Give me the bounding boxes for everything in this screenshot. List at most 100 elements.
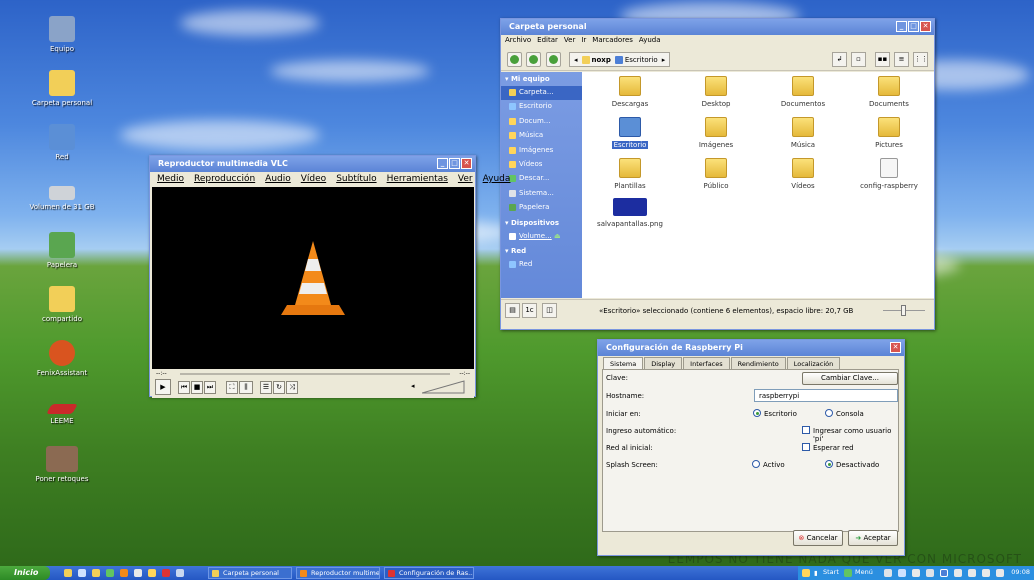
view-compact-button[interactable]: ≡ xyxy=(894,52,909,67)
desktop-icon-leeme[interactable]: LEEME xyxy=(14,394,110,425)
maximize-button[interactable]: □ xyxy=(449,158,460,169)
sidebar-item-red[interactable]: Red xyxy=(501,258,582,272)
change-password-button[interactable]: Cambiar Clave... xyxy=(802,372,898,385)
tray-menu-label[interactable]: Menú xyxy=(855,568,873,576)
quicklaunch-terminal-icon[interactable] xyxy=(78,569,86,577)
cancel-button[interactable]: ⊗ Cancelar xyxy=(793,530,843,546)
menu-subtitulo[interactable]: Subtítulo xyxy=(336,174,376,185)
menu-editar[interactable]: Editar xyxy=(537,36,558,46)
file-item-documents[interactable]: Documents xyxy=(844,76,934,108)
sidebar-item-documentos[interactable]: Docum... xyxy=(501,115,582,129)
panel-button[interactable]: ◫ xyxy=(542,303,557,318)
vlc-titlebar[interactable]: Reproductor multimedia VLC _ □ ✕ xyxy=(150,156,475,172)
path-right-arrow-icon[interactable]: ▸ xyxy=(662,56,666,64)
next-button[interactable]: ⏭ xyxy=(204,381,216,394)
quicklaunch-bulb-icon[interactable] xyxy=(148,569,156,577)
desktop-icon-red[interactable]: Red xyxy=(14,124,110,161)
maximize-button[interactable]: □ xyxy=(908,21,919,32)
desktop-icon-carpeta-personal[interactable]: Carpeta personal xyxy=(14,70,110,107)
sidebar-item-carpeta[interactable]: Carpeta... xyxy=(501,86,582,101)
file-item-videos[interactable]: Vídeos xyxy=(758,158,848,190)
seek-bar[interactable] xyxy=(180,373,450,375)
boot-console-radio[interactable] xyxy=(825,409,833,417)
quicklaunch-app-icon[interactable] xyxy=(134,569,142,577)
tray-info-icon[interactable] xyxy=(802,569,810,577)
menu-ayuda[interactable]: Ayuda xyxy=(483,174,511,185)
stop-button[interactable]: ■ xyxy=(191,381,203,394)
tab-display[interactable]: Display xyxy=(644,357,683,369)
sidebar-item-videos[interactable]: Vídeos xyxy=(501,158,582,172)
file-item-config-raspberry[interactable]: config-raspberry xyxy=(844,158,934,190)
back-button[interactable] xyxy=(507,52,522,67)
view-list-button[interactable]: ⋮⋮ xyxy=(913,52,928,67)
quicklaunch-vlc-icon[interactable] xyxy=(120,569,128,577)
new-folder-button[interactable]: ↲ xyxy=(832,52,847,67)
tray-keyboard-icon[interactable] xyxy=(996,569,1004,577)
extended-settings-button[interactable]: ⫼ xyxy=(239,381,253,394)
sidebar-item-descargas[interactable]: Descar... xyxy=(501,172,582,186)
speaker-icon[interactable]: ◂ xyxy=(411,382,415,390)
menu-ir[interactable]: Ir xyxy=(581,36,586,46)
sidebar-section-mi-equipo[interactable]: ▾ Mi equipo xyxy=(501,72,582,86)
file-item-descargas[interactable]: Descargas xyxy=(585,76,675,108)
sidebar-item-volume[interactable]: Volume... ⏏ xyxy=(501,230,582,244)
menu-archivo[interactable]: Archivo xyxy=(505,36,531,46)
menu-audio[interactable]: Audio xyxy=(265,174,291,185)
up-button[interactable] xyxy=(546,52,561,67)
eject-icon[interactable]: ⏏ xyxy=(554,232,561,240)
sidebar-item-musica[interactable]: Música xyxy=(501,129,582,143)
sidebar-item-imagenes[interactable]: Imágenes xyxy=(501,144,582,158)
tray-eject-icon[interactable] xyxy=(968,569,976,577)
file-item-plantillas[interactable]: Plantillas xyxy=(585,158,675,190)
menu-ver[interactable]: Ver xyxy=(458,174,473,185)
minimize-button[interactable]: _ xyxy=(896,21,907,32)
desktop-icon-poner-retoques[interactable]: Poner retoques xyxy=(14,446,110,483)
sidebar-section-red[interactable]: ▾ Red xyxy=(501,244,582,258)
raspi-config-titlebar[interactable]: Configuración de Raspberry Pi ✕ xyxy=(598,340,904,356)
file-item-salvapantallas[interactable]: salvapantallas.png xyxy=(585,198,675,228)
forward-button[interactable] xyxy=(526,52,541,67)
quicklaunch-raspberry-icon[interactable] xyxy=(162,569,170,577)
file-manager-titlebar[interactable]: Carpeta personal _ □ ✕ xyxy=(501,19,934,35)
tray-menu-icon[interactable] xyxy=(844,569,852,577)
tray-more-icon[interactable] xyxy=(926,569,934,577)
task-carpeta-personal[interactable]: Carpeta personal xyxy=(208,567,292,579)
desktop-icon-fenixassistant[interactable]: FenixAssistant xyxy=(14,340,110,377)
accept-button[interactable]: ➜ Aceptar xyxy=(848,530,898,546)
splash-on-radio[interactable] xyxy=(752,460,760,468)
tab-rendimiento[interactable]: Rendimiento xyxy=(730,357,786,369)
desktop-icon-compartido[interactable]: compartido xyxy=(14,286,110,323)
desktop-icon-equipo[interactable]: Equipo xyxy=(14,16,110,53)
quicklaunch-files-icon[interactable] xyxy=(92,569,100,577)
close-button[interactable]: ✕ xyxy=(461,158,472,169)
tray-bluetooth-icon[interactable] xyxy=(940,569,948,577)
menu-video[interactable]: Vídeo xyxy=(301,174,326,185)
menu-reproduccion[interactable]: Reproducción xyxy=(194,174,255,185)
sidebar-item-escritorio[interactable]: Escritorio xyxy=(501,100,582,114)
crumb-escritorio[interactable]: Escritorio xyxy=(614,55,658,64)
file-item-imagenes[interactable]: Imágenes xyxy=(671,117,761,149)
quicklaunch-plane-icon[interactable] xyxy=(176,569,184,577)
fullscreen-button[interactable]: ⛶ xyxy=(226,381,238,394)
menu-ver[interactable]: Ver xyxy=(564,36,575,46)
tray-start-icon[interactable]: ▮ xyxy=(814,569,818,577)
file-item-musica[interactable]: Música xyxy=(758,117,848,149)
tray-start-label[interactable]: Start xyxy=(823,568,839,576)
sidebar-item-papelera[interactable]: Papelera xyxy=(501,201,582,215)
close-button[interactable]: ✕ xyxy=(890,342,901,353)
start-button[interactable]: Inicio xyxy=(0,566,50,580)
volume-slider[interactable] xyxy=(422,380,466,394)
menu-ayuda[interactable]: Ayuda xyxy=(639,36,661,46)
quicklaunch-folder-icon[interactable] xyxy=(64,569,72,577)
file-item-publico[interactable]: Público xyxy=(671,158,761,190)
wait-network-checkbox[interactable] xyxy=(802,443,810,451)
sidebar-toggle-button[interactable]: ▤ xyxy=(505,303,520,318)
loop-button[interactable]: ↻ xyxy=(273,381,285,394)
file-item-pictures[interactable]: Pictures xyxy=(844,117,934,149)
task-vlc[interactable]: Reproductor multime... xyxy=(296,567,380,579)
file-item-desktop[interactable]: Desktop xyxy=(671,76,761,108)
crumb-noxp[interactable]: noxp xyxy=(581,55,611,64)
tab-interfaces[interactable]: Interfaces xyxy=(683,357,730,369)
tab-localizacion[interactable]: Localización xyxy=(786,357,841,369)
minimize-button[interactable]: _ xyxy=(437,158,448,169)
